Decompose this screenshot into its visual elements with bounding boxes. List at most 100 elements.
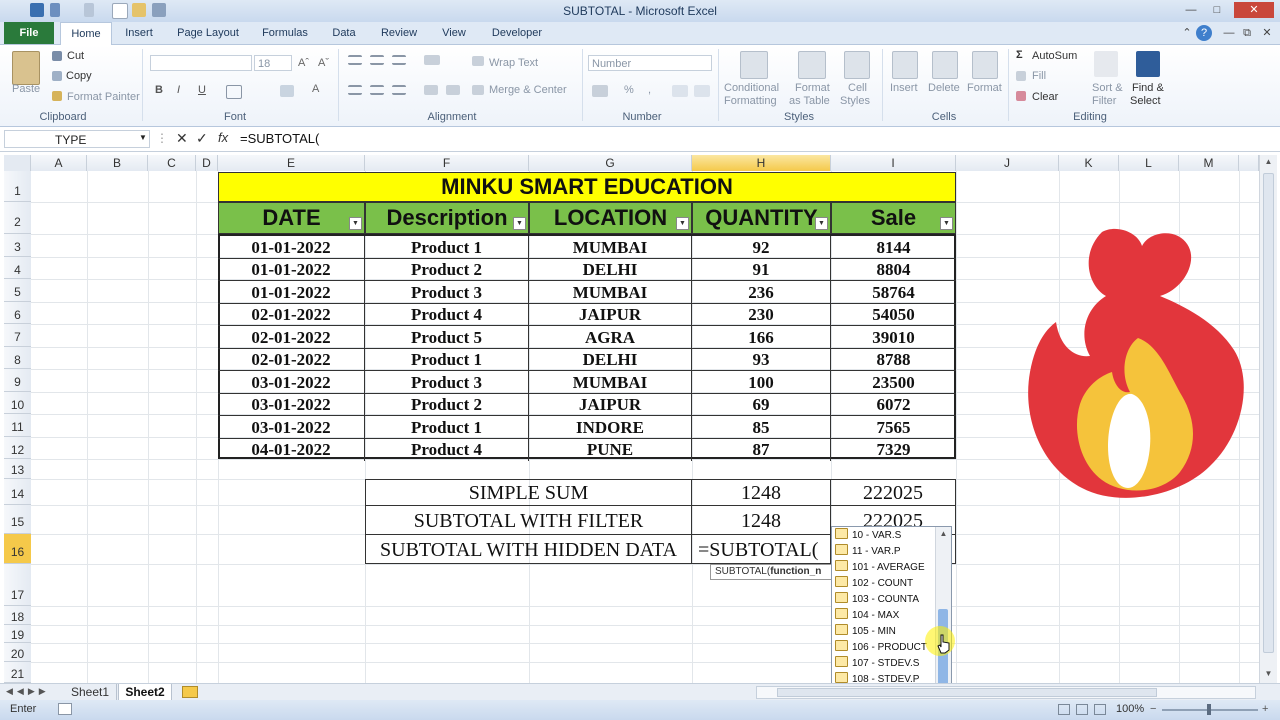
column-header-h[interactable]: H (692, 155, 831, 171)
scroll-up-icon[interactable]: ▲ (936, 527, 951, 541)
column-header-d[interactable]: D (196, 155, 218, 171)
filter-dropdown-icon[interactable]: ▼ (513, 217, 526, 230)
row-header-8[interactable]: 8 (4, 347, 31, 369)
cell-location[interactable]: MUMBAI (529, 371, 692, 394)
chevron-down-icon[interactable]: ▼ (139, 133, 147, 142)
cell-quantity[interactable]: 230 (692, 304, 831, 326)
column-header-g[interactable]: G (529, 155, 692, 171)
decrease-decimal-icon[interactable] (694, 85, 710, 97)
enter-icon[interactable]: ✓ (196, 130, 208, 147)
cell-quantity[interactable]: 92 (692, 236, 831, 259)
autocomplete-item[interactable]: 102 - COUNT (835, 576, 913, 592)
row-header-9[interactable]: 9 (4, 369, 31, 392)
column-header-e[interactable]: E (218, 155, 365, 171)
header-date[interactable]: DATE (218, 202, 365, 234)
cell-sale[interactable]: 6072 (831, 394, 956, 416)
filter-dropdown-icon[interactable]: ▼ (815, 217, 828, 230)
format-painter-button[interactable]: Format Painter (67, 91, 140, 103)
cell-location[interactable]: MUMBAI (529, 281, 692, 304)
autocomplete-item[interactable]: 106 - PRODUCT (835, 640, 927, 656)
align-right-icon[interactable] (392, 85, 406, 95)
row-header-6[interactable]: 6 (4, 302, 31, 324)
cell-date[interactable]: 02-01-2022 (218, 304, 365, 326)
sheet-title-cell[interactable]: MINKU SMART EDUCATION (218, 172, 956, 202)
cell-date[interactable]: 02-01-2022 (218, 326, 365, 349)
sheet-nav-icon[interactable]: ◀◀▶▶ (6, 686, 50, 697)
cell-location[interactable]: MUMBAI (529, 236, 692, 259)
fill-button[interactable]: Fill (1032, 70, 1046, 82)
sort-filter-line2[interactable]: Filter (1092, 95, 1116, 107)
format-as-table-line1[interactable]: Format (795, 82, 830, 94)
cell-quantity[interactable]: 166 (692, 326, 831, 349)
vertical-scroll-thumb[interactable] (1263, 173, 1274, 653)
autosum-button[interactable]: AutoSum (1032, 50, 1077, 62)
insert-cells-button[interactable]: Insert (890, 82, 918, 94)
column-header-i[interactable]: I (831, 155, 956, 171)
header-location[interactable]: LOCATION (529, 202, 692, 234)
insert-cells-icon[interactable] (892, 51, 918, 79)
cell-sale[interactable]: 8804 (831, 259, 956, 281)
column-header-c[interactable]: C (148, 155, 196, 171)
tab-view[interactable]: View (434, 22, 474, 44)
horizontal-scroll-thumb[interactable] (777, 688, 1157, 697)
autocomplete-item[interactable]: 107 - STDEV.S (835, 656, 919, 672)
column-header-f[interactable]: F (365, 155, 529, 171)
maximize-icon[interactable]: □ (1206, 2, 1228, 18)
borders-icon[interactable] (226, 85, 242, 99)
shrink-font-icon[interactable]: Aˇ (318, 57, 329, 69)
help-icon[interactable]: ? (1196, 25, 1212, 41)
cell-sale[interactable]: 23500 (831, 371, 956, 394)
cell-location[interactable]: JAIPUR (529, 304, 692, 326)
scroll-down-icon[interactable]: ▼ (1260, 667, 1277, 681)
italic-icon[interactable]: I (177, 84, 180, 96)
cell-location[interactable]: INDORE (529, 416, 692, 439)
row-header-4[interactable]: 4 (4, 257, 31, 279)
cell-sale[interactable]: 8788 (831, 349, 956, 371)
sort-filter-icon[interactable] (1094, 51, 1118, 77)
format-as-table-line2[interactable]: as Table (789, 95, 830, 107)
cell-date[interactable]: 03-01-2022 (218, 416, 365, 439)
vertical-scrollbar[interactable]: ▲ ▼ (1259, 155, 1277, 683)
row-header-21[interactable]: 21 (4, 662, 31, 683)
find-select-line1[interactable]: Find & (1132, 82, 1164, 94)
cell-description[interactable]: Product 3 (365, 371, 529, 394)
cell-description[interactable]: Product 5 (365, 326, 529, 349)
cut-button[interactable]: Cut (67, 50, 84, 62)
cancel-icon[interactable]: ✕ (176, 130, 188, 147)
cell-location[interactable]: AGRA (529, 326, 692, 349)
decrease-indent-icon[interactable] (424, 85, 438, 95)
name-box[interactable]: TYPE ▼ (4, 130, 150, 148)
align-center-icon[interactable] (370, 85, 384, 95)
grow-font-icon[interactable]: Aˆ (298, 57, 309, 69)
delete-cells-icon[interactable] (932, 51, 958, 79)
tab-developer[interactable]: Developer (482, 22, 552, 44)
cell-quantity[interactable]: 236 (692, 281, 831, 304)
conditional-formatting-line2[interactable]: Formatting (724, 95, 777, 107)
cell-description[interactable]: Product 1 (365, 416, 529, 439)
cell-quantity[interactable]: 100 (692, 371, 831, 394)
autocomplete-item[interactable]: 10 - VAR.S (835, 528, 901, 544)
scroll-up-icon[interactable]: ▲ (1260, 155, 1277, 169)
autocomplete-item[interactable]: 11 - VAR.P (835, 544, 901, 560)
cell-quantity[interactable]: 87 (692, 439, 831, 461)
row-header-18[interactable]: 18 (4, 606, 31, 625)
insert-function-icon[interactable]: fx (218, 130, 228, 145)
cell-quantity[interactable]: 93 (692, 349, 831, 371)
ribbon-minimize-icon[interactable]: ⌃ (1176, 25, 1198, 41)
summary-label-simple-sum[interactable]: SIMPLE SUM (365, 479, 692, 506)
fill-color-icon[interactable] (280, 85, 294, 97)
select-all-corner[interactable] (4, 155, 31, 171)
column-header-j[interactable]: J (956, 155, 1059, 171)
format-cells-button[interactable]: Format (967, 82, 1002, 94)
cell-quantity[interactable]: 85 (692, 416, 831, 439)
percent-icon[interactable]: % (624, 84, 634, 96)
header-sale[interactable]: Sale (831, 202, 956, 234)
cell-description[interactable]: Product 4 (365, 439, 529, 461)
cell-location[interactable]: DELHI (529, 349, 692, 371)
clear-icon[interactable] (1016, 91, 1026, 101)
close-icon[interactable]: ✕ (1234, 2, 1274, 18)
summary-qty-subtotal-filter[interactable]: 1248 (691, 505, 831, 535)
row-header-7[interactable]: 7 (4, 324, 31, 347)
tab-page-layout[interactable]: Page Layout (170, 22, 246, 44)
normal-view-icon[interactable] (1058, 704, 1070, 715)
